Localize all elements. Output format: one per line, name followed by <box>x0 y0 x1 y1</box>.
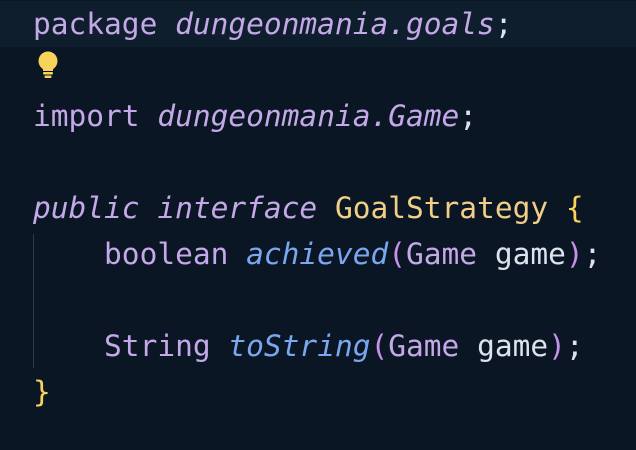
package-name: dungeonmania.goals <box>175 7 495 41</box>
method-name: achieved <box>246 237 389 271</box>
param-name: game <box>494 237 566 271</box>
public-modifier: public <box>33 191 140 225</box>
open-brace: { <box>565 191 584 225</box>
semicolon: ; <box>583 237 602 271</box>
param-type: Game <box>406 237 478 271</box>
param-name: game <box>477 329 549 363</box>
package-keyword: package <box>33 7 158 41</box>
import-keyword: import <box>33 99 140 133</box>
interface-name: GoalStrategy <box>334 191 549 225</box>
code-line-package[interactable]: package dungeonmania.goals; <box>33 1 513 47</box>
code-line-tostring-method[interactable]: String toString(Game game); <box>33 323 584 369</box>
param-type: Game <box>388 329 460 363</box>
return-type: String <box>104 329 211 363</box>
semicolon: ; <box>494 7 513 41</box>
lightbulb-icon[interactable] <box>37 51 59 79</box>
open-paren: ( <box>388 237 406 271</box>
code-line-import[interactable]: import dungeonmania.Game; <box>33 93 477 139</box>
method-name: toString <box>228 329 371 363</box>
semicolon: ; <box>565 329 584 363</box>
code-line-achieved-method[interactable]: boolean achieved(Game game); <box>33 231 601 277</box>
interface-keyword: interface <box>157 191 318 225</box>
close-paren: ) <box>565 237 584 271</box>
code-line-closing-brace[interactable]: } <box>33 369 51 415</box>
import-path: dungeonmania.Game <box>157 99 460 133</box>
code-line-interface-declaration[interactable]: public interface GoalStrategy { <box>33 185 584 231</box>
return-type: boolean <box>104 237 229 271</box>
open-paren: ( <box>370 329 389 363</box>
close-brace: } <box>33 375 51 409</box>
close-paren: ) <box>548 329 566 363</box>
code-editor[interactable]: package dungeonmania.goals; import dunge… <box>0 0 636 450</box>
semicolon: ; <box>459 99 478 133</box>
